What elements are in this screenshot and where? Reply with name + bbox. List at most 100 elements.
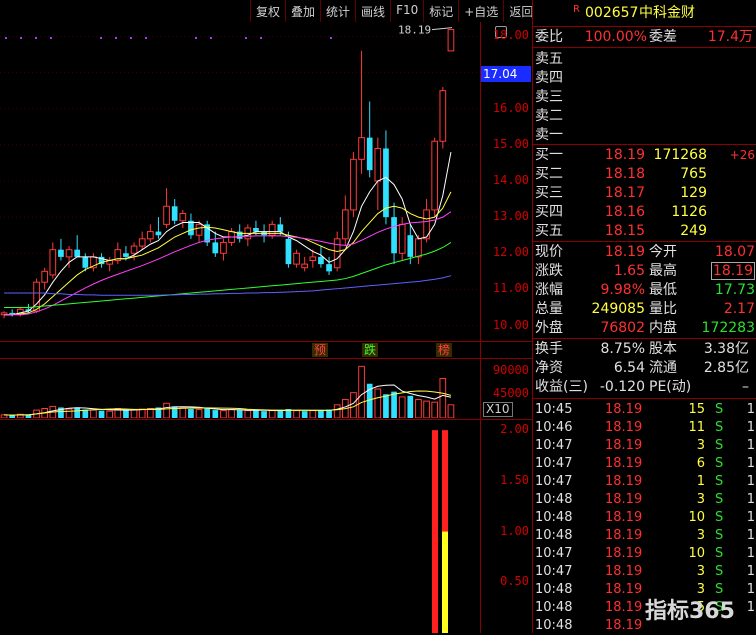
tick-row: 10:47 18.19 3 S 1 <box>533 437 756 455</box>
watermark-text: 指标365 <box>645 599 735 624</box>
tick-price: 18.19 <box>605 402 643 417</box>
toolbar-button-3[interactable]: 画线 <box>355 0 390 22</box>
buy-level-row[interactable]: 买一 18.19 171268 +26 <box>533 146 756 165</box>
stat-value: 2.17 <box>723 301 755 317</box>
tick-price: 18.19 <box>605 528 643 543</box>
stat-label: 今开 <box>649 244 677 260</box>
buy-level-row[interactable]: 买三 18.17 129 <box>533 184 756 203</box>
fund-value: – <box>742 379 749 395</box>
quote-panel: R 002657 中科金财 委比 100.00% 委差 17.4万 卖五 卖四 卖三… <box>532 0 756 633</box>
price-axis: 18.0017.0016.0015.0014.0013.0012.0011.00… <box>480 22 533 633</box>
current-price-marker: 17.04 <box>481 66 531 82</box>
toolbar-button-5[interactable]: 标记 <box>423 0 458 22</box>
tick-price: 18.19 <box>605 420 643 435</box>
tick-time: 10:48 <box>535 618 573 633</box>
event-flag[interactable]: 跌 <box>362 343 379 357</box>
buy-level-price: 18.18 <box>604 166 645 182</box>
buy-level-label: 买三 <box>535 185 563 201</box>
buy-level-row[interactable]: 买二 18.18 765 <box>533 165 756 184</box>
indicator-chart[interactable] <box>0 420 480 633</box>
candle-body <box>220 241 227 254</box>
toolbar-button-6[interactable]: +自选 <box>458 0 503 22</box>
volume-bar <box>431 401 439 418</box>
sell-level-label: 卖二 <box>535 108 563 124</box>
event-flag[interactable]: 榜 <box>436 343 453 357</box>
volume-bar <box>106 410 114 418</box>
toolbar-button-2[interactable]: 统计 <box>320 0 355 22</box>
candle-body <box>341 209 349 240</box>
candle-body <box>350 158 357 211</box>
volume-bar <box>179 407 187 418</box>
divider <box>0 341 532 342</box>
top-dot <box>145 37 147 39</box>
candle-body <box>293 252 300 265</box>
candle-body <box>41 270 49 283</box>
tick-volume: 3 <box>696 492 705 507</box>
tick-volume: 1 <box>696 474 705 489</box>
price-axis-label: 18.00 <box>492 28 529 43</box>
toolbar-button-1[interactable]: 叠加 <box>285 0 320 22</box>
tick-side: S <box>715 510 724 525</box>
buy-level-row[interactable]: 买四 18.16 1126 <box>533 203 756 222</box>
tick-price: 18.19 <box>605 456 643 471</box>
tick-count: 1 <box>746 528 755 543</box>
buy-level-volume: 171268 <box>653 147 707 163</box>
tick-time: 10:48 <box>535 510 573 525</box>
toolbar-button-4[interactable]: F10 <box>390 0 423 22</box>
event-flag[interactable]: 预 <box>312 343 329 357</box>
buy-level-price: 18.15 <box>604 223 645 239</box>
tick-time: 10:47 <box>535 474 573 489</box>
volume-axis-label: 90000 <box>492 362 529 377</box>
candle-body <box>253 227 259 232</box>
candle-body <box>58 249 64 257</box>
candle-body <box>407 235 414 257</box>
tick-count: 1 <box>746 564 755 579</box>
tick-time: 10:47 <box>535 546 573 561</box>
volume-bar <box>268 410 276 418</box>
tick-row: 10:48 18.19 3 S 1 <box>533 491 756 509</box>
tick-row: 10:47 18.19 6 S 1 <box>533 455 756 473</box>
toolbar-button-0[interactable]: 复权 <box>250 0 285 22</box>
candle-body <box>415 238 422 258</box>
candlestick-chart[interactable]: 18.19 <box>0 22 480 340</box>
fund-label: 净资 <box>535 360 563 376</box>
top-dot <box>5 37 7 39</box>
tick-time: 10:47 <box>535 456 573 471</box>
buy-level-volume: 249 <box>680 223 707 239</box>
price-axis-label: 15.00 <box>492 136 529 151</box>
tick-price: 18.19 <box>605 438 643 453</box>
stat-label: 涨跌 <box>535 263 563 279</box>
volume-bar <box>293 410 300 418</box>
fund-label: 股本 <box>649 341 677 357</box>
tick-volume: 3 <box>696 438 705 453</box>
volume-bar <box>138 408 146 418</box>
top-dot <box>245 37 247 39</box>
candle-body <box>146 231 154 240</box>
tick-side: S <box>715 474 724 489</box>
top-dot <box>100 37 102 39</box>
stat-value: 172283 <box>701 320 755 336</box>
indicator-bar <box>432 430 438 633</box>
volume-bar <box>74 407 81 418</box>
volume-bar <box>423 400 430 418</box>
stock-name: 中科金财 <box>639 5 695 21</box>
volume-bar <box>415 399 422 418</box>
candle-body <box>309 256 317 262</box>
buy-level-row[interactable]: 买五 18.15 249 <box>533 222 756 241</box>
volume-chart[interactable] <box>0 360 480 418</box>
volume-bar <box>228 409 235 418</box>
volume-bar <box>374 388 382 418</box>
volume-bar <box>261 411 267 418</box>
tick-count: 1 <box>746 510 755 525</box>
price-axis-label: 13.00 <box>492 209 529 224</box>
fund-label: 收益(三) <box>535 379 588 395</box>
tick-row: 10:47 18.19 1 S 1 <box>533 473 756 491</box>
divider <box>0 358 532 359</box>
watermark: 指标365 <box>645 593 735 625</box>
candle-body <box>333 238 341 269</box>
stat-label: 涨幅 <box>535 282 563 298</box>
buy-level-label: 买四 <box>535 204 563 220</box>
price-axis-label: 14.00 <box>492 173 529 187</box>
fundamental-row: 收益(三) -0.120 PE(动) – <box>533 378 756 397</box>
wei-bi-value: 100.00% <box>584 29 647 45</box>
